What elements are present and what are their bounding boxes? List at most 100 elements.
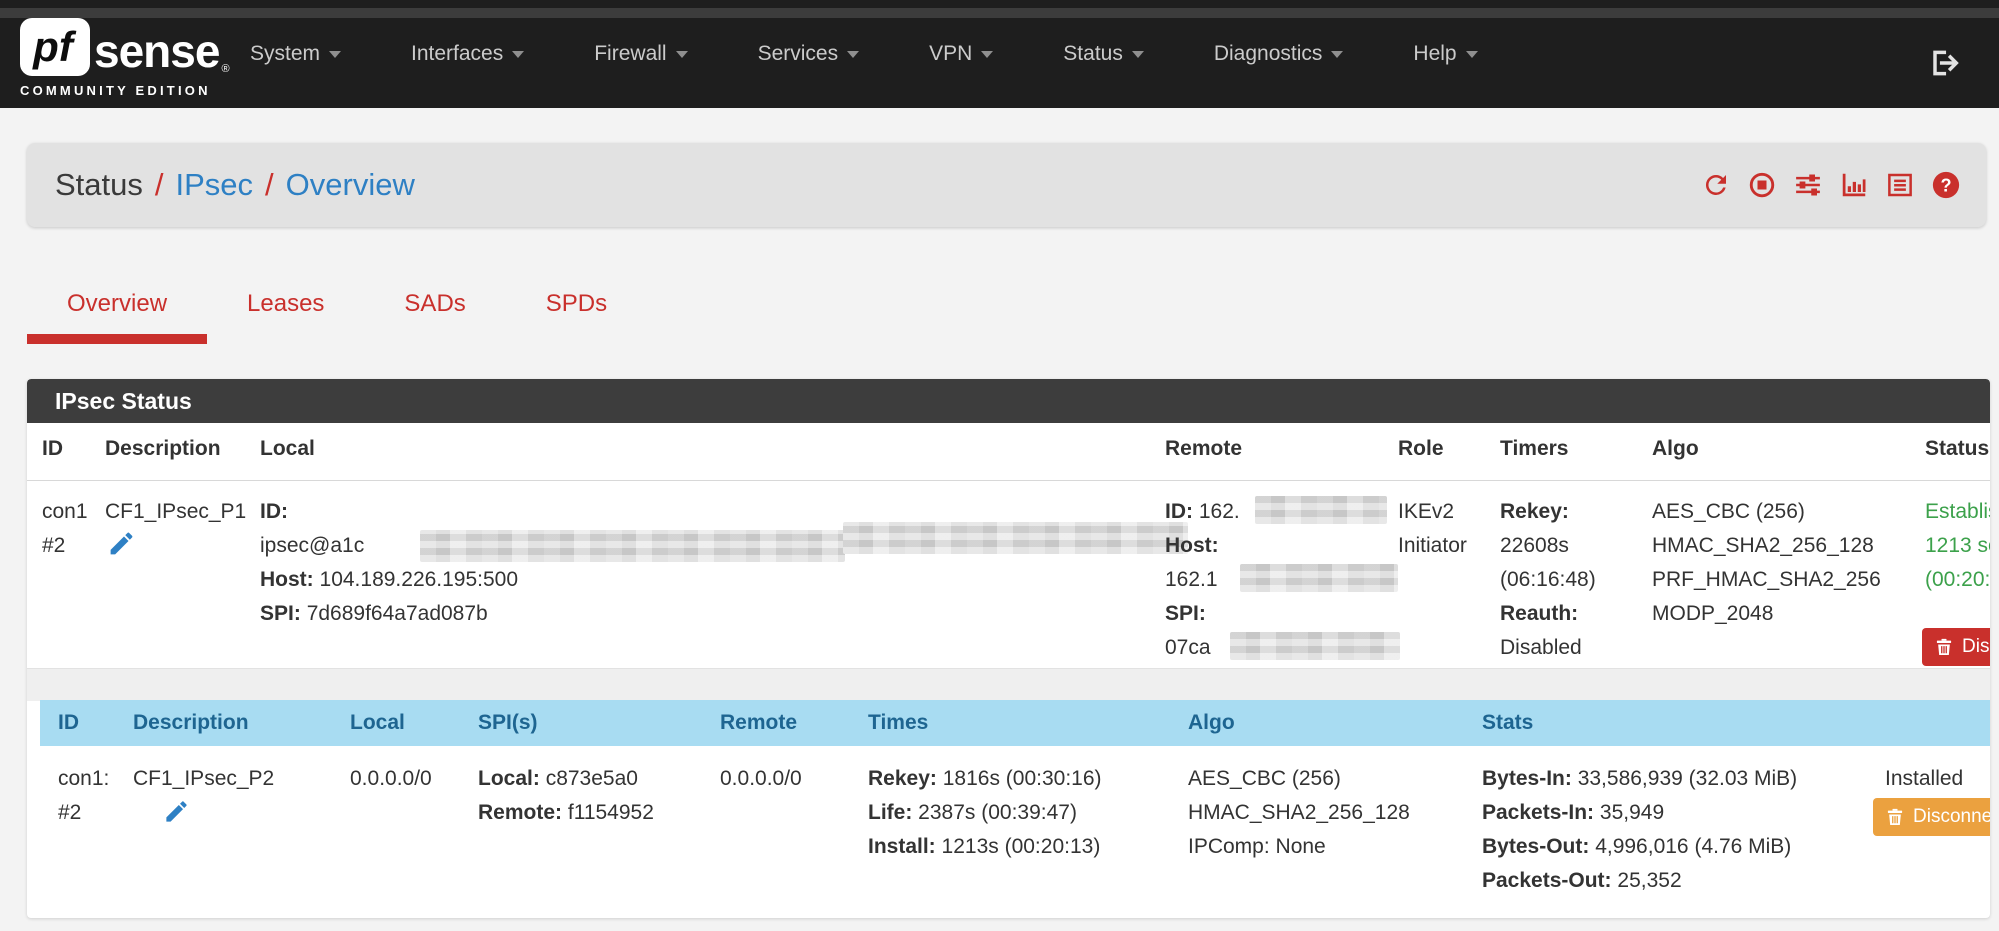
ipsec-p1-row: con1 #2 CF1_IPsec_P1 ID: ipsec@a1c Host:…	[27, 480, 1990, 668]
bytes-in-label: Bytes-In:	[1482, 767, 1572, 790]
local-id-line: ID:	[260, 495, 518, 529]
disconnect-label: Disconnect	[1913, 806, 1990, 828]
life-label: Life:	[868, 801, 912, 824]
disconnect-label: Disconnect	[1962, 636, 1990, 658]
ipsec-table-header: ID Description Local Remote Role Timers …	[27, 423, 1990, 481]
chevron-down-icon	[512, 51, 524, 58]
status-established: Established	[1925, 495, 1990, 529]
pfsense-logo-text: sense	[94, 26, 219, 76]
menu-item-status[interactable]: Status	[1063, 42, 1144, 66]
remote-id-line: ID: 162.	[1165, 495, 1240, 529]
registered-mark: ®	[221, 62, 229, 76]
log-list-icon[interactable]	[1885, 170, 1915, 200]
stop-icon[interactable]	[1747, 170, 1777, 200]
menu-label: Status	[1063, 42, 1123, 66]
tab-spds[interactable]: SPDs	[506, 280, 647, 344]
sliders-icon[interactable]	[1793, 170, 1823, 200]
col-spis: SPI(s)	[478, 700, 538, 746]
rekey-value: 1816s (00:30:16)	[943, 767, 1102, 790]
chevron-down-icon	[329, 51, 341, 58]
packets-out-label: Packets-Out:	[1482, 869, 1612, 892]
breadcrumb-link-overview[interactable]: Overview	[286, 167, 415, 203]
local-host-line: Host: 104.189.226.195:500	[260, 563, 518, 597]
menu-item-firewall[interactable]: Firewall	[594, 42, 687, 66]
chevron-down-icon	[1466, 51, 1478, 58]
panel-header: IPsec Status	[27, 379, 1990, 423]
spi-local-line: Local: c873e5a0	[478, 762, 654, 796]
refresh-icon[interactable]	[1701, 170, 1731, 200]
main-menu: System Interfaces Firewall Services VPN …	[250, 0, 1478, 108]
trash-icon	[1934, 637, 1954, 657]
menu-item-diagnostics[interactable]: Diagnostics	[1214, 42, 1344, 66]
algo-cell: AES_CBC (256) HMAC_SHA2_256_128 IPComp: …	[1188, 762, 1410, 864]
menu-item-system[interactable]: System	[250, 42, 341, 66]
col-id: ID	[58, 700, 79, 746]
col-status: Status	[1925, 437, 1989, 461]
bytes-out-value: 4,996,016 (4.76 MiB)	[1595, 835, 1791, 858]
menu-label: Firewall	[594, 42, 666, 66]
col-timers: Timers	[1500, 437, 1569, 461]
menu-item-vpn[interactable]: VPN	[929, 42, 993, 66]
col-description: Description	[105, 437, 221, 461]
col-role: Role	[1398, 437, 1444, 461]
remote-cell: ID: 162. Host: 162.1 SPI: 07ca	[1165, 495, 1240, 665]
sign-out-icon[interactable]	[1929, 47, 1961, 79]
menu-item-interfaces[interactable]: Interfaces	[411, 42, 524, 66]
tab-sads[interactable]: SADs	[364, 280, 505, 344]
spi-remote-label: Remote:	[478, 801, 562, 824]
breadcrumb: Status / IPsec / Overview	[55, 143, 415, 227]
algo-ipcomp: IPComp: None	[1188, 830, 1410, 864]
help-icon[interactable]: ?	[1931, 170, 1961, 200]
spi-remote-line: Remote: f1154952	[478, 796, 654, 830]
local-spi-value: 7d689f64a7ad087b	[307, 602, 488, 625]
remote-spi-line: SPI:	[1165, 597, 1240, 631]
edit-pencil-icon[interactable]	[163, 798, 190, 825]
bytes-in-line: Bytes-In: 33,586,939 (32.03 MiB)	[1482, 762, 1797, 796]
algo-dh: MODP_2048	[1652, 597, 1881, 631]
packets-in-value: 35,949	[1600, 801, 1664, 824]
packets-in-label: Packets-In:	[1482, 801, 1594, 824]
pfsense-logo[interactable]: pf sense ® COMMUNITY EDITION	[20, 18, 230, 98]
id-cell: con1: #2	[58, 762, 109, 830]
id-cell: con1 #2	[42, 495, 88, 563]
rekey-seconds: 22608s	[1500, 529, 1596, 563]
local-spi-label: SPI:	[260, 602, 301, 625]
description-cell: CF1_IPsec_P2	[133, 762, 274, 796]
remote-host-label: Host:	[1165, 534, 1219, 557]
rekey-label: Rekey:	[868, 767, 937, 790]
redacted-blur	[1240, 564, 1398, 592]
pfsense-logo-box: pf	[20, 18, 90, 76]
svg-text:?: ?	[1940, 176, 1951, 196]
rekey-label: Rekey:	[1500, 495, 1596, 529]
role-value: Initiator	[1398, 529, 1467, 563]
tab-leases[interactable]: Leases	[207, 280, 364, 344]
packets-out-line: Packets-Out: 25,352	[1482, 864, 1797, 898]
description-cell: CF1_IPsec_P1	[105, 495, 246, 529]
disconnect-p1-button[interactable]: Disconnect	[1922, 628, 1990, 666]
remote-spi-label: SPI:	[1165, 602, 1206, 625]
menu-item-help[interactable]: Help	[1413, 42, 1477, 66]
conn-id: con1:	[58, 762, 109, 796]
tab-overview[interactable]: Overview	[27, 280, 207, 344]
menu-label: Help	[1413, 42, 1456, 66]
edit-pencil-icon[interactable]	[107, 529, 136, 558]
conn-id: con1	[42, 495, 88, 529]
menu-item-services[interactable]: Services	[758, 42, 860, 66]
reauth-label-text: Reauth:	[1500, 602, 1578, 625]
algo-cell: AES_CBC (256) HMAC_SHA2_256_128 PRF_HMAC…	[1652, 495, 1881, 631]
disconnect-p2-button[interactable]: Disconnect	[1873, 798, 1990, 836]
description-text: CF1_IPsec_P2	[133, 762, 274, 796]
menu-label: Services	[758, 42, 839, 66]
local-network: 0.0.0.0/0	[350, 762, 432, 796]
col-remote: Remote	[1165, 437, 1242, 461]
trash-icon	[1885, 807, 1905, 827]
menu-label: System	[250, 42, 320, 66]
remote-id-value: 162.	[1199, 500, 1240, 523]
remote-network: 0.0.0.0/0	[720, 762, 802, 796]
remote-host-value: 162.1	[1165, 563, 1240, 597]
breadcrumb-link-ipsec[interactable]: IPsec	[176, 167, 254, 203]
role-version: IKEv2	[1398, 495, 1467, 529]
menu-label: Diagnostics	[1214, 42, 1323, 66]
chevron-down-icon	[1331, 51, 1343, 58]
bar-chart-icon[interactable]	[1839, 170, 1869, 200]
